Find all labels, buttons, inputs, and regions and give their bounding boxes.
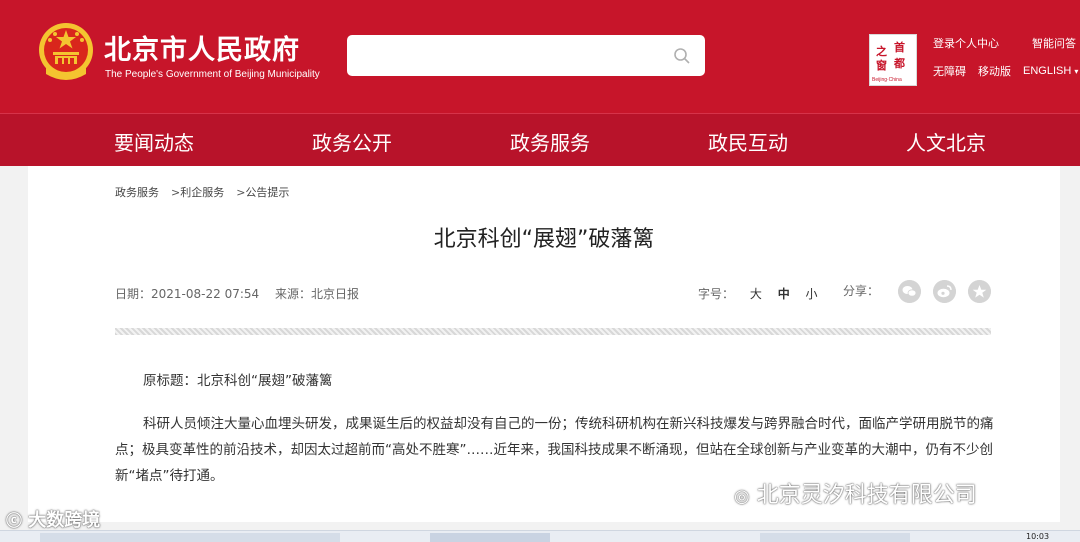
watermark-brand-text: 大数跨境 (28, 510, 101, 531)
font-size-medium-button[interactable]: 中 (778, 287, 790, 301)
article-source: 北京日报 (311, 287, 360, 301)
breadcrumb-item[interactable]: 公告提示 (245, 186, 289, 199)
nav-item-interaction[interactable]: 政民互动 (708, 127, 788, 156)
logo-char: 首 (894, 41, 905, 54)
breadcrumb-item[interactable]: 利企服务 (180, 186, 224, 199)
taskbar: 10:03 (0, 530, 1080, 542)
article-panel: 政务服务 >利企服务 >公告提示 北京科创“展翅”破藩篱 日期：2021-08-22… (28, 166, 1060, 522)
taskbar-app[interactable] (760, 533, 910, 542)
article-date: 2021-08-22 07:54 (151, 287, 260, 301)
logo-caption: Beijing·China (872, 77, 902, 83)
font-size-small-button[interactable]: 小 (806, 287, 818, 301)
mobile-version-link[interactable]: 移动版 (978, 63, 1011, 79)
source-label: 来源： (274, 287, 311, 301)
logo-char: 窗 (876, 59, 887, 72)
wechat-watermark-icon: ◎ (734, 486, 750, 507)
breadcrumb-separator: > (171, 186, 181, 199)
font-size-label: 字号： (698, 287, 735, 301)
main-nav: 要闻动态 政务公开 政务服务 政民互动 人文北京 (0, 113, 1080, 166)
font-size-control: 字号： 大 中 小 (698, 285, 818, 302)
taskbar-clock[interactable]: 10:03 (1026, 532, 1049, 541)
weibo-icon[interactable] (933, 280, 956, 303)
nav-item-gov-services[interactable]: 政务服务 (510, 127, 590, 156)
taskbar-app[interactable] (40, 533, 340, 542)
watermark-brand: ⓒ 大数跨境 (6, 506, 100, 532)
nav-item-news[interactable]: 要闻动态 (114, 127, 194, 156)
search-input[interactable] (347, 35, 705, 76)
nav-item-gov-affairs[interactable]: 政务公开 (312, 127, 392, 156)
divider (115, 328, 991, 335)
wechat-icon[interactable] (898, 280, 921, 303)
breadcrumb-item[interactable]: 政务服务 (115, 186, 159, 199)
capital-window-logo[interactable]: 首 都 之 窗 Beijing·China (869, 34, 917, 86)
logo-char: 都 (894, 57, 905, 70)
site-header: 北京市人民政府 The People's Government of Beiji… (0, 0, 1080, 113)
original-title: 原标题：北京科创“展翅”破藩篱 (143, 373, 333, 389)
article-title: 北京科创“展翅”破藩篱 (433, 227, 655, 252)
english-label: ENGLISH (1023, 65, 1072, 77)
search-icon[interactable] (673, 47, 691, 65)
watermark-company-text: 北京灵汐科技有限公司 (756, 483, 977, 508)
breadcrumb: 政务服务 >利企服务 >公告提示 (115, 184, 289, 200)
share-label: 分享： (843, 284, 880, 298)
favorite-icon[interactable] (968, 280, 991, 303)
accessibility-link[interactable]: 无障碍 (933, 63, 966, 79)
english-link[interactable]: ENGLISH ▾ (1023, 65, 1078, 77)
site-subtitle: The People's Government of Beijing Munic… (105, 69, 320, 80)
font-size-large-button[interactable]: 大 (750, 287, 762, 301)
login-link[interactable]: 登录个人中心 (933, 35, 999, 51)
brand-logo-icon: ⓒ (6, 511, 23, 530)
article-meta: 日期：2021-08-22 07:54 来源：北京日报 (115, 285, 359, 302)
site-title[interactable]: 北京市人民政府 (104, 28, 300, 67)
watermark-company: ◎ 北京灵汐科技有限公司 (734, 477, 977, 509)
smart-qa-link[interactable]: 智能问答 (1032, 35, 1076, 51)
taskbar-app[interactable] (430, 533, 550, 542)
chevron-down-icon: ▾ (1074, 67, 1079, 76)
nav-item-culture[interactable]: 人文北京 (906, 127, 986, 156)
national-emblem-icon (39, 23, 93, 80)
date-label: 日期： (115, 287, 152, 301)
